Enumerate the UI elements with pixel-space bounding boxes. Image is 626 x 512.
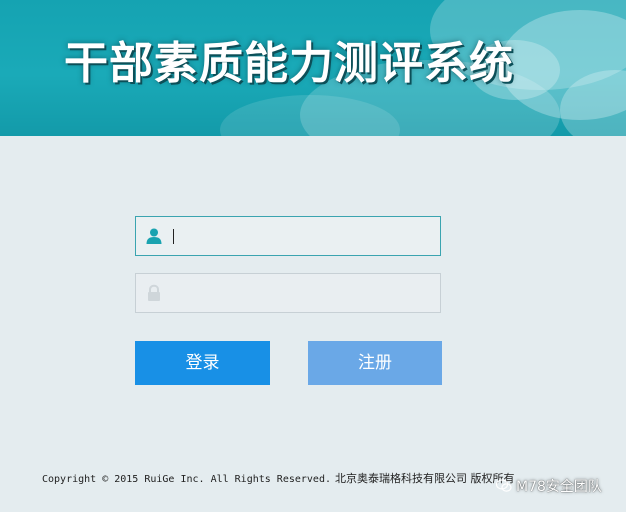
copyright-chinese: 北京奥泰瑞格科技有限公司 版权所有 [334,472,515,485]
username-input[interactable] [170,223,432,249]
copyright-english: Copyright © 2015 RuiGe Inc. All Rights R… [42,474,331,485]
password-input[interactable] [170,280,432,306]
watermark-text: M78安全团队 [516,479,602,495]
password-field[interactable] [135,273,441,313]
wechat-icon [495,479,512,493]
footer-copyright: Copyright © 2015 RuiGe Inc. All Rights R… [42,470,514,486]
header-banner: 干部素质能力测评系统 [0,0,626,136]
username-field[interactable] [135,216,441,256]
watermark: M78安全团队 [495,476,602,496]
system-title: 干部素质能力测评系统 [64,38,514,89]
login-button[interactable]: 登录 [135,341,270,385]
user-icon [145,227,163,245]
text-cursor [173,229,174,244]
lock-icon [145,284,163,302]
register-button[interactable]: 注册 [308,341,442,385]
